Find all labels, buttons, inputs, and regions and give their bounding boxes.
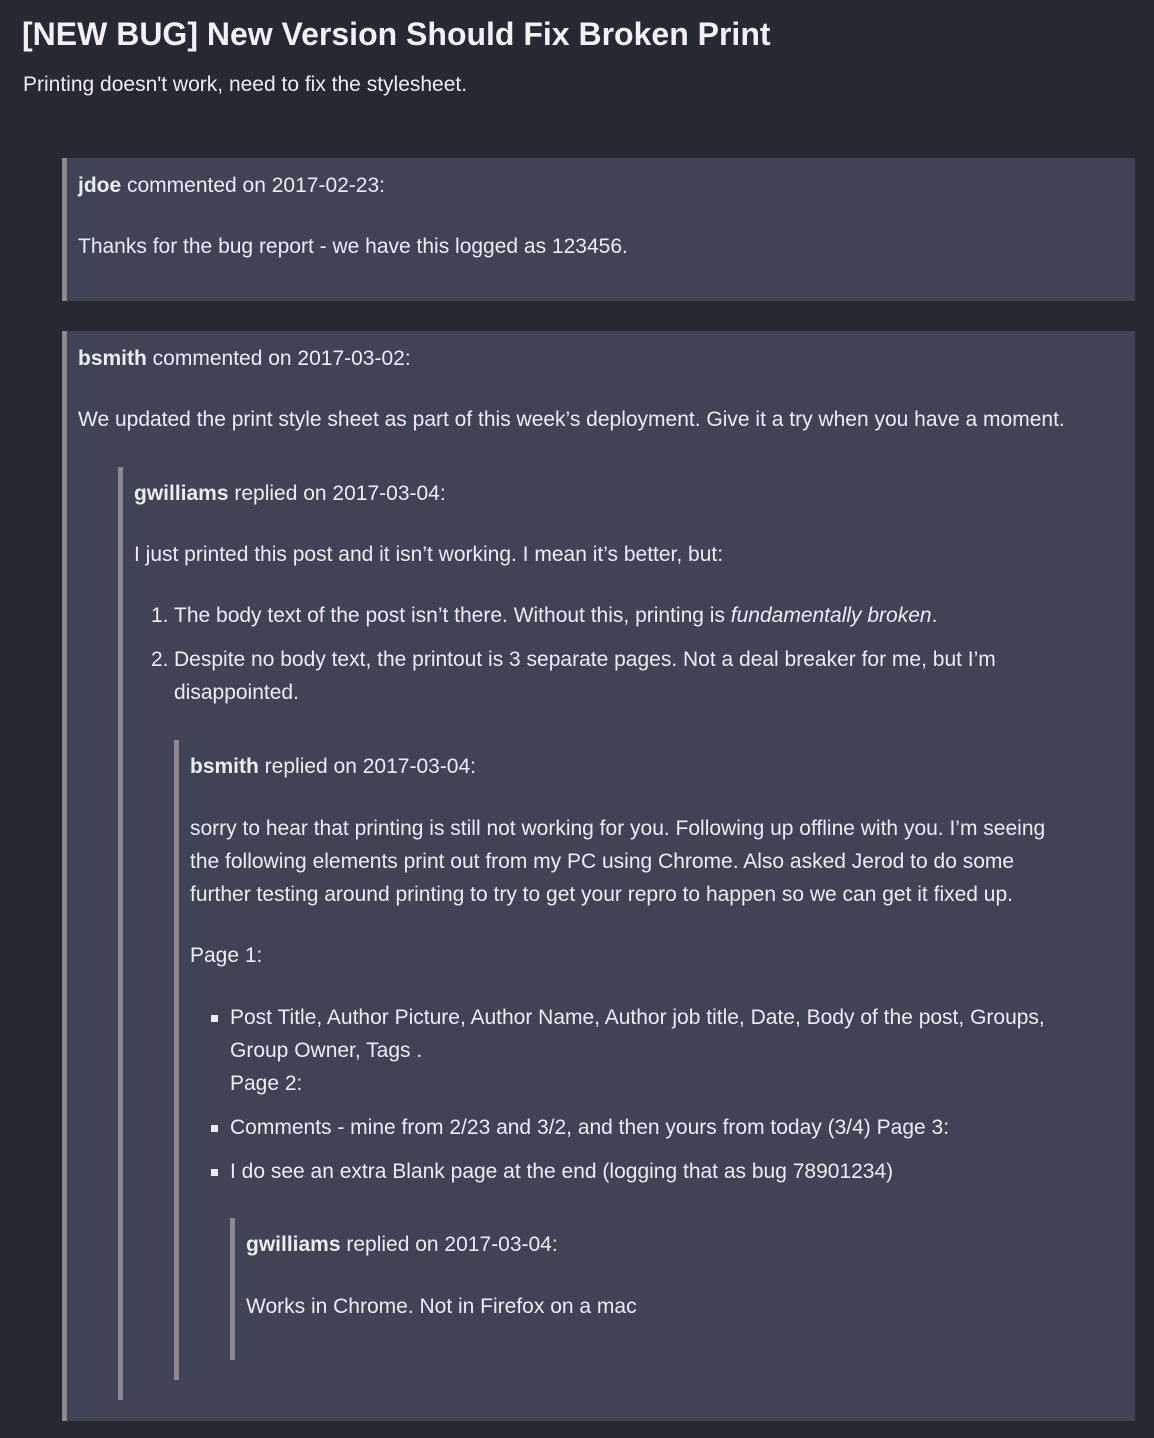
list-item-text: Despite no body text, the printout is 3 … (174, 648, 996, 671)
comment-body: We updated the print style sheet as part… (78, 408, 1065, 431)
list-number: 2. (151, 648, 169, 671)
issue-description: Printing doesn't work, need to fix the s… (23, 73, 468, 96)
reply-body-line: the following elements print out from my… (190, 850, 1015, 873)
bullet-marker (211, 1125, 218, 1132)
bullet-text-continued: Page 2: (230, 1072, 303, 1095)
bullet-text: I do see an extra Blank page at the end … (230, 1160, 894, 1183)
reply-header: gwilliams replied on 2017-03-04: (246, 1228, 558, 1261)
issue-page: [NEW BUG] New Version Should Fix Broken … (0, 0, 1154, 1438)
reply-body-line: further testing around printing to try t… (190, 883, 1013, 906)
comment-author: bsmith (78, 347, 147, 370)
reply-meta: replied on 2017-03-04: (228, 482, 446, 505)
comment-author: jdoe (78, 174, 122, 197)
comment-header: bsmith commented on 2017-03-02: (78, 342, 411, 375)
comment-body: Thanks for the bug report - we have this… (78, 235, 628, 258)
reply-header: gwilliams replied on 2017-03-04: (134, 477, 446, 510)
list-item-text: The body text of the post isn’t there. W… (174, 599, 937, 632)
reply-gwilliams: gwilliams replied on 2017-03-04: I just … (118, 467, 1108, 1400)
bullet-marker (211, 1169, 218, 1176)
list-item-text-continued: disappointed. (174, 681, 299, 704)
comment-bsmith: bsmith commented on 2017-03-02: We updat… (62, 331, 1135, 1421)
reply-meta: replied on 2017-03-04: (258, 755, 477, 778)
comment-meta: commented on 2017-03-02: (146, 347, 411, 370)
list-number: 1. (151, 604, 169, 627)
reply-author: gwilliams (134, 482, 229, 505)
reply-body-line: sorry to hear that printing is still not… (190, 817, 1046, 840)
bullet-text: Post Title, Author Picture, Author Name,… (230, 1006, 1045, 1029)
bullet-text: Comments - mine from 2/23 and 3/2, and t… (230, 1116, 950, 1139)
comment-header: jdoe commented on 2017-02-23: (78, 169, 385, 202)
reply-header: bsmith replied on 2017-03-04: (190, 750, 476, 783)
comment-meta: commented on 2017-02-23: (121, 174, 386, 197)
bullet-text-continued: Group Owner, Tags . (230, 1039, 423, 1062)
reply-gwilliams-nested: gwilliams replied on 2017-03-04: Works i… (230, 1218, 1030, 1360)
issue-title: [NEW BUG] New Version Should Fix Broken … (22, 16, 771, 52)
reply-author: gwilliams (246, 1233, 341, 1256)
comment-jdoe: jdoe commented on 2017-02-23: Thanks for… (62, 158, 1135, 301)
list-text-start: The body text of the post isn’t there. W… (174, 604, 731, 627)
reply-meta: replied on 2017-03-04: (340, 1233, 558, 1256)
reply-body: I just printed this post and it isn’t wo… (134, 543, 724, 566)
reply-body: Works in Chrome. Not in Firefox on a mac (246, 1295, 637, 1318)
list-text-emphasis: fundamentally broken (730, 604, 932, 627)
reply-bsmith: bsmith replied on 2017-03-04: sorry to h… (174, 740, 1074, 1380)
reply-author: bsmith (190, 755, 259, 778)
bullet-marker (211, 1015, 218, 1022)
page-label: Page 1: (190, 944, 263, 967)
list-text-end: . (931, 604, 938, 627)
